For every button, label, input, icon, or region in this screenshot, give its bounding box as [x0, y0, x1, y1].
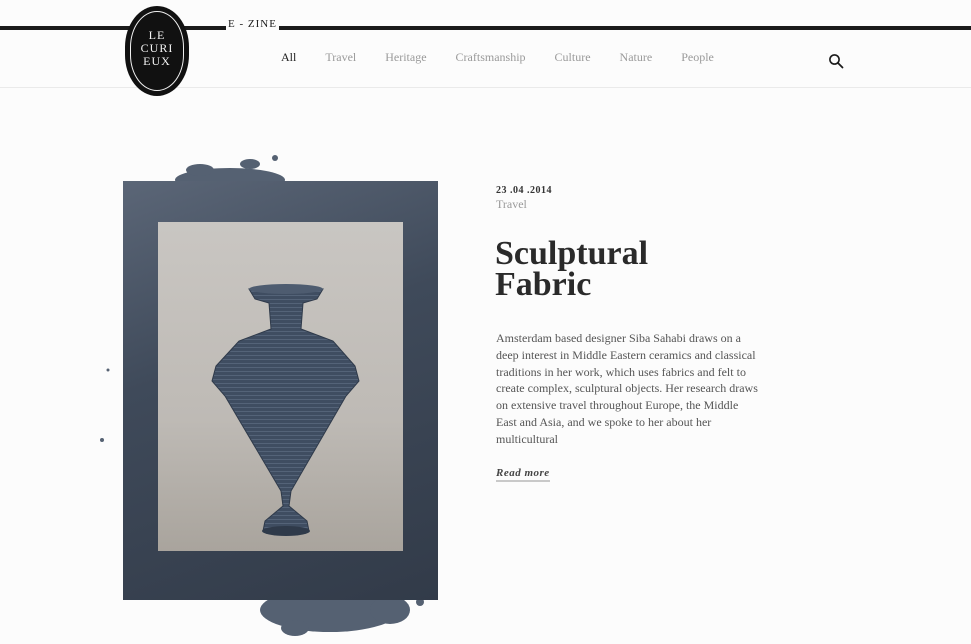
- logo-line-3: EUX: [143, 54, 171, 68]
- site-logo[interactable]: LE CURI EUX: [126, 7, 188, 95]
- article-category[interactable]: Travel: [496, 197, 527, 212]
- article-date: 23 .04 .2014: [496, 185, 552, 196]
- nav-item-travel[interactable]: Travel: [325, 50, 356, 65]
- ezine-label: E - ZINE: [226, 18, 279, 30]
- nav-item-nature[interactable]: Nature: [620, 50, 653, 65]
- nav-item-all[interactable]: All: [281, 50, 296, 65]
- category-nav: All Travel Heritage Craftsmanship Cultur…: [281, 50, 743, 65]
- nav-item-craftsmanship[interactable]: Craftsmanship: [456, 50, 526, 65]
- article-title[interactable]: Sculptural Fabric: [495, 237, 755, 303]
- search-icon[interactable]: [828, 53, 844, 69]
- logo-wordmark: LE CURI EUX: [126, 29, 188, 68]
- nav-item-heritage[interactable]: Heritage: [385, 50, 426, 65]
- nav-item-people[interactable]: People: [681, 50, 714, 65]
- article-title-line-2: Fabric: [495, 266, 592, 303]
- article-excerpt: Amsterdam based designer Siba Sahabi dra…: [496, 331, 758, 446]
- read-more-link[interactable]: Read more: [496, 467, 550, 482]
- nav-item-culture[interactable]: Culture: [555, 50, 591, 65]
- article-image[interactable]: [123, 181, 438, 600]
- vase-illustration: [211, 284, 360, 536]
